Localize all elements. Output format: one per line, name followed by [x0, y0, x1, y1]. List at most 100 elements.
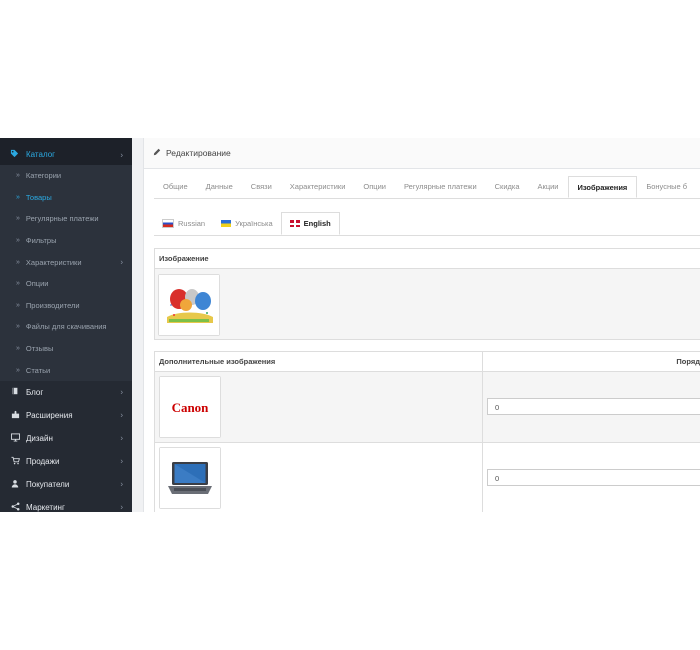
cart-icon [10, 456, 20, 467]
flag-russia-icon [162, 219, 174, 228]
double-chevron-icon: » [16, 345, 20, 353]
sidebar-subitem-downloads[interactable]: » Файлы для скачивания [0, 316, 132, 338]
admin-frame: Каталог › » Категории » Товары » Регулярные… [0, 138, 700, 512]
image-cell [155, 443, 483, 512]
sidebar-item-extensions[interactable]: Расширения › [0, 404, 132, 427]
sidebar-submenu: » Категории » Товары » Регулярные платежи »… [0, 165, 132, 381]
sidebar-subitem-attributes[interactable]: » Характеристики › [0, 251, 132, 273]
book-icon [10, 387, 20, 397]
sidebar-subitem-manufacturers[interactable]: » Производители [0, 295, 132, 317]
sidebar-item-blog[interactable]: Блог › [0, 381, 132, 404]
sort-order-input[interactable]: 0 [487, 469, 700, 486]
language-label: English [303, 219, 331, 228]
sidebar-subitem-label: Товары [25, 192, 52, 202]
canon-logo-thumbnail[interactable]: Canon [159, 376, 221, 438]
main-image-header: Изображение [155, 249, 700, 269]
tab-general[interactable]: Общие [154, 176, 197, 198]
sidebar-item-design[interactable]: Дизайн › [0, 427, 132, 450]
balloons-image [159, 275, 219, 335]
double-chevron-icon: » [16, 366, 20, 374]
column-header-sort: Поряд [676, 357, 700, 366]
sidebar-subitem-label: Опции [25, 279, 49, 289]
tab-reward[interactable]: Бонусные б [637, 176, 696, 198]
tab-attributes[interactable]: Характеристики [281, 176, 355, 198]
sort-order-input[interactable]: 0 [487, 398, 700, 415]
double-chevron-icon: » [16, 323, 20, 331]
main-image-cell [155, 269, 700, 339]
puzzle-icon [10, 410, 20, 421]
tab-language-english[interactable]: English [280, 212, 340, 235]
tab-links[interactable]: Связи [242, 176, 281, 198]
sidebar-subitem-label: Отзывы [25, 344, 54, 354]
table-row: 0 [155, 443, 700, 512]
sidebar-subitem-label: Категории [25, 171, 62, 181]
main-image-table: Изображение [154, 248, 700, 340]
tab-data[interactable]: Данные [197, 176, 242, 198]
sidebar-item-sales[interactable]: Продажи › [0, 450, 132, 473]
sidebar-subitem-categories[interactable]: » Категории [0, 165, 132, 187]
double-chevron-icon: » [16, 280, 20, 288]
canon-logo-text: Canon [172, 400, 210, 415]
main-image-thumbnail[interactable] [158, 274, 220, 336]
double-chevron-icon: » [16, 193, 20, 201]
tab-special[interactable]: Акции [529, 176, 568, 198]
product-tabs: Общие Данные Связи Характеристики Опции … [154, 176, 700, 199]
laptop-thumbnail[interactable] [159, 447, 221, 509]
tab-discount[interactable]: Скидка [486, 176, 529, 198]
sidebar-subitem-filters[interactable]: » Фильтры [0, 230, 132, 252]
laptop-image [160, 448, 220, 508]
sidebar-subitem-label: Характеристики [25, 257, 82, 267]
chevron-right-icon: › [120, 257, 123, 267]
monitor-icon [10, 433, 20, 444]
chevron-right-icon: › [120, 479, 123, 489]
sidebar-subitem-recurring[interactable]: » Регулярные платежи [0, 208, 132, 230]
sidebar-subitem-label: Файлы для скачивания [25, 322, 107, 332]
sidebar-subitem-label: Производители [25, 300, 80, 310]
additional-images-table: Дополнительные изображения Поряд Canon 0 [154, 351, 700, 512]
sidebar-item-label: Расширения [26, 410, 73, 420]
sidebar-item-catalog[interactable]: Каталог › [0, 144, 132, 165]
sidebar-item-label: Продажи [26, 456, 60, 466]
panel-heading: Редактирование [144, 138, 700, 169]
language-label: Russian [178, 219, 206, 228]
double-chevron-icon: » [16, 172, 20, 180]
sidebar-subitem-reviews[interactable]: » Отзывы [0, 338, 132, 360]
chevron-right-icon: › [120, 433, 123, 443]
tab-language-russian[interactable]: Russian [154, 212, 213, 235]
sidebar-item-label: Дизайн [26, 433, 53, 443]
sort-cell: 0 [483, 372, 700, 442]
sidebar-item-customers[interactable]: Покупатели › [0, 473, 132, 496]
sidebar-subitem-label: Фильтры [25, 236, 57, 246]
language-tabs: Russian Українська English [154, 212, 700, 236]
double-chevron-icon: » [16, 301, 20, 309]
flag-ukraine-icon [221, 220, 232, 227]
tab-images[interactable]: Изображения [567, 176, 638, 198]
tab-options[interactable]: Опции [354, 176, 395, 198]
double-chevron-icon: » [16, 258, 20, 266]
chevron-right-icon: › [120, 456, 123, 466]
language-label: Українська [235, 219, 273, 228]
double-chevron-icon: » [16, 237, 20, 245]
sidebar-item-marketing[interactable]: Маркетинг › [0, 496, 132, 512]
table-header-row: Дополнительные изображения Поряд [155, 352, 700, 372]
sidebar: Каталог › » Категории » Товары » Регулярные… [0, 138, 132, 512]
tab-language-ukrainian[interactable]: Українська [213, 212, 281, 235]
sidebar-subitem-articles[interactable]: » Статьи [0, 359, 132, 381]
tags-icon [10, 149, 20, 160]
user-icon [10, 479, 20, 490]
canon-logo-image: Canon [160, 377, 220, 437]
chevron-right-icon: › [120, 502, 123, 512]
chevron-right-icon: › [120, 387, 123, 397]
sidebar-subitem-label: Статьи [25, 365, 51, 375]
sidebar-subitem-products[interactable]: » Товары [0, 187, 132, 209]
sidebar-subitem-options[interactable]: » Опции [0, 273, 132, 295]
sidebar-subitem-label: Регулярные платежи [25, 214, 99, 224]
double-chevron-icon: » [16, 215, 20, 223]
sidebar-item-label: Маркетинг [26, 502, 65, 512]
panel-title: Редактирование [166, 148, 231, 158]
column-header-image: Дополнительные изображения [155, 352, 483, 371]
sort-cell: 0 [483, 443, 700, 512]
chevron-right-icon: › [120, 150, 123, 159]
tab-recurring[interactable]: Регулярные платежи [395, 176, 486, 198]
sidebar-item-label: Блог [26, 387, 44, 397]
